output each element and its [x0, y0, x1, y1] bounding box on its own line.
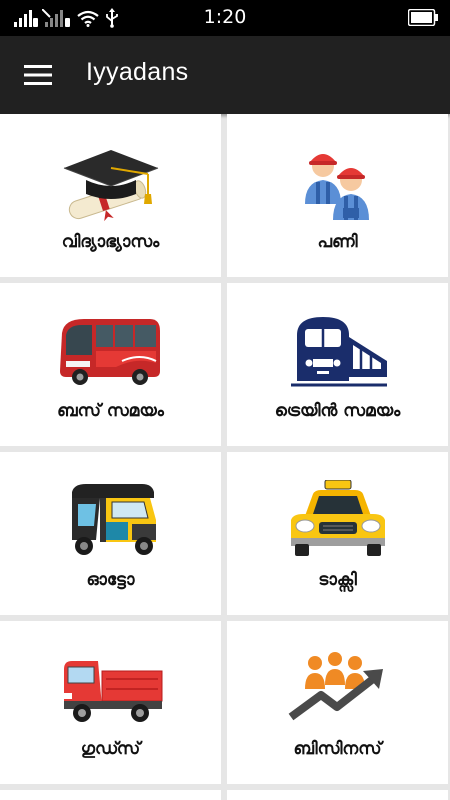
tile-label: ബിസിനസ് [293, 739, 382, 759]
taxi-icon [290, 480, 385, 556]
app-title: Iyyadans [86, 58, 189, 86]
tile-label: ഓട്ടോ [86, 570, 135, 590]
tile-label: ഗുഡ്സ് [80, 739, 141, 759]
tile-bus-timings[interactable]: ബസ് സമയം [0, 283, 221, 446]
graduation-cap-icon [63, 150, 158, 222]
category-grid: വിദ്യാഭ്യാസം പണി ബസ് സമയം ട്രെയിൻ സമയം ഓ… [0, 114, 450, 800]
tile-train-timings[interactable]: ട്രെയിൻ സമയം [227, 283, 448, 446]
menu-button[interactable] [14, 53, 62, 97]
battery-icon [408, 9, 438, 26]
hamburger-menu-icon [24, 65, 52, 85]
workers-icon [304, 154, 369, 220]
tile-education[interactable]: വിദ്യാഭ്യാസം [0, 114, 221, 277]
train-icon [290, 317, 387, 387]
tile-business[interactable]: ബിസിനസ് [227, 621, 448, 784]
tile-auto[interactable]: ഓട്ടോ [0, 452, 221, 615]
tile-partial[interactable] [0, 790, 221, 800]
tile-jobs[interactable]: പണി [227, 114, 448, 277]
tile-label: ബസ് സമയം [57, 401, 164, 421]
tile-label: ടാക്സി [318, 570, 357, 590]
tile-label: പണി [317, 232, 358, 252]
status-time: 1:20 [203, 6, 247, 28]
tile-goods[interactable]: ഗുഡ്സ് [0, 621, 221, 784]
tile-label: ട്രെയിൻ സമയം [274, 401, 401, 421]
business-growth-icon [288, 652, 383, 721]
goods-truck-icon [61, 661, 162, 722]
tile-partial[interactable] [227, 790, 448, 800]
tile-taxi[interactable]: ടാക്സി [227, 452, 448, 615]
auto-rickshaw-icon [71, 484, 156, 555]
bus-icon [59, 319, 160, 385]
status-bar: 1:20 [0, 0, 450, 36]
tile-label: വിദ്യാഭ്യാസം [61, 232, 160, 252]
app-bar: Iyyadans [0, 36, 450, 114]
